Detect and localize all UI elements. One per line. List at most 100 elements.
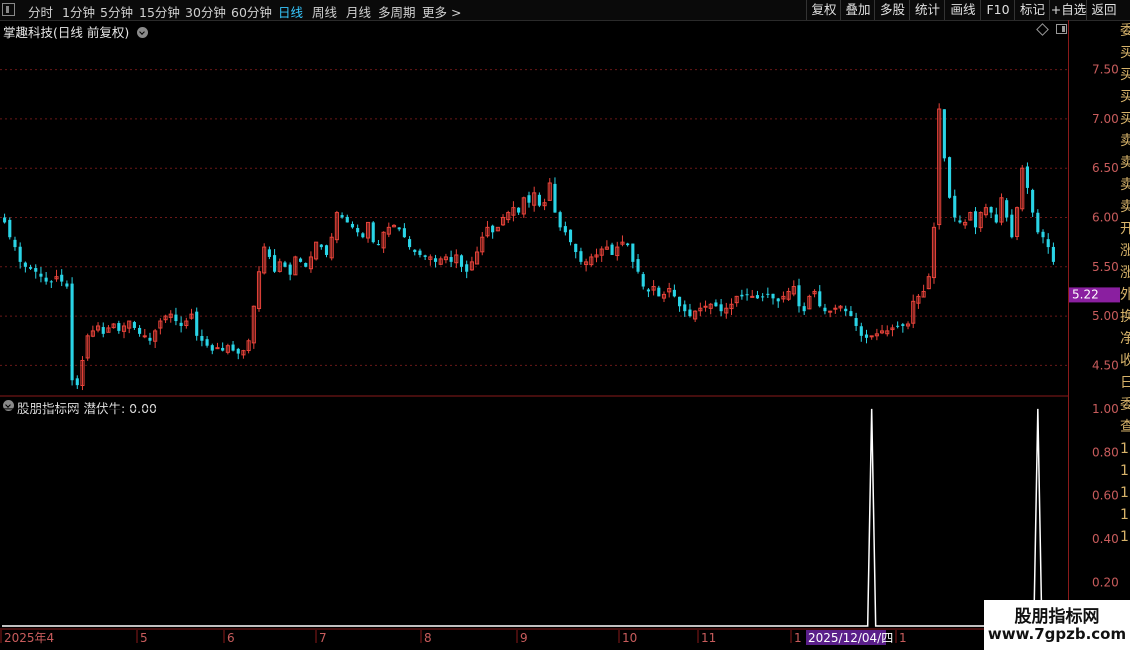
candle-body [449, 257, 453, 262]
candle-body [221, 347, 225, 351]
candle-body [8, 219, 12, 238]
watermark-logo: 股朋指标网 www.7gpzb.com [984, 600, 1130, 650]
candle-body [345, 216, 349, 223]
price-tick-label: 7.00 [1092, 112, 1119, 126]
date-tick-label: 1 [899, 631, 907, 645]
candle-body [958, 220, 962, 223]
candle-body [491, 225, 495, 233]
candle-body [776, 298, 780, 302]
candle-body [423, 255, 427, 257]
candle-body [288, 264, 292, 275]
candle-body [901, 324, 905, 326]
strip-glyph: 委 [1120, 23, 1130, 39]
candle-body [657, 287, 661, 297]
strip-glyph: 查 [1120, 419, 1130, 435]
candle-body [39, 273, 43, 277]
candle-body [28, 267, 33, 269]
candle-body [132, 322, 136, 328]
candle-body [340, 215, 344, 218]
strip-glyph: 买 [1120, 111, 1130, 127]
strip-glyph: 外 [1120, 287, 1130, 303]
candle-body [376, 244, 380, 246]
candle-body [324, 245, 329, 255]
date-tick-label: 11 [701, 631, 716, 645]
candle-body [205, 339, 209, 346]
candle-body [714, 302, 718, 307]
candle-body [537, 194, 541, 206]
candle-body [23, 262, 27, 267]
date-cursor-label: 2025/12/04/四 [808, 631, 893, 645]
candle-body [579, 251, 583, 262]
candle-body [948, 157, 952, 198]
candle-body [361, 233, 365, 238]
candle-body [148, 337, 152, 341]
candle-body [989, 206, 993, 213]
candle-body [631, 243, 635, 262]
candle-body [231, 344, 235, 351]
price-tick-label: 6.50 [1092, 161, 1119, 175]
candle-body [678, 296, 682, 307]
candle-body [70, 283, 74, 381]
candle-body [719, 304, 723, 312]
candle-body [18, 246, 22, 262]
candle-body [646, 289, 650, 292]
strip-glyph: 卖 [1120, 199, 1130, 215]
strip-glyph: 涨 [1120, 243, 1130, 259]
date-tick-label: 1 [794, 631, 802, 645]
candle-body [408, 239, 412, 248]
candle-body [854, 318, 858, 326]
strip-glyph: 卖 [1120, 177, 1130, 193]
candle-body [672, 289, 676, 297]
candle-body [683, 304, 687, 312]
candle-body [994, 214, 998, 223]
strip-glyph: 卖 [1120, 155, 1130, 171]
strip-glyph: 1 [1120, 507, 1129, 523]
indicator-tick-label: 0.60 [1092, 489, 1119, 503]
candle-body [1010, 214, 1014, 238]
candle-body [49, 281, 53, 283]
candle-body [869, 335, 874, 338]
candle-body [896, 325, 900, 327]
candle-body [797, 285, 801, 307]
date-tick-label: 8 [424, 631, 432, 645]
chart-area[interactable]: 7.50 7.00 6.50 6.00 5.50 5.00 4.50 5.22 1.00 0.8… [0, 0, 1130, 650]
price-tick-label: 5.00 [1092, 309, 1119, 323]
candle-body [849, 311, 853, 317]
date-tick-label: 5 [140, 631, 148, 645]
candle-body [418, 250, 422, 255]
strip-glyph: 涨 [1120, 265, 1130, 281]
candle-body [1031, 189, 1035, 213]
candle-body [215, 347, 220, 350]
candle-body [574, 243, 578, 253]
candle-body [818, 291, 822, 307]
current-price-label: 5.22 [1072, 287, 1099, 301]
candle-body [750, 295, 755, 298]
strip-glyph: 买 [1120, 67, 1130, 83]
price-tick-label: 5.50 [1092, 260, 1119, 274]
strip-glyph: 日 [1120, 375, 1130, 391]
strip-glyph: 卖 [1120, 133, 1130, 149]
candle-body [942, 109, 946, 159]
candle-body [433, 258, 438, 262]
candle-body [13, 239, 17, 248]
candle-body [864, 334, 869, 338]
candle-body [1041, 231, 1045, 238]
candle-body [179, 322, 183, 326]
candle-body [626, 243, 630, 246]
strip-glyph: 收 [1120, 353, 1130, 369]
candle-body [636, 259, 640, 272]
indicator-tick-label: 0.40 [1092, 532, 1119, 546]
candle-body [563, 226, 567, 233]
candle-body [766, 293, 770, 295]
strip-glyph: 开 [1120, 221, 1130, 237]
candle-body [553, 183, 557, 213]
candle-body [101, 327, 105, 334]
candle-body [195, 311, 199, 336]
indicator-tick-label: 0.80 [1092, 445, 1119, 459]
candle-body [34, 268, 38, 272]
strip-glyph: 1 [1120, 463, 1129, 479]
candle-body [688, 309, 692, 317]
candle-body [823, 307, 827, 312]
candle-body [802, 306, 806, 312]
candle-body [1046, 239, 1050, 248]
